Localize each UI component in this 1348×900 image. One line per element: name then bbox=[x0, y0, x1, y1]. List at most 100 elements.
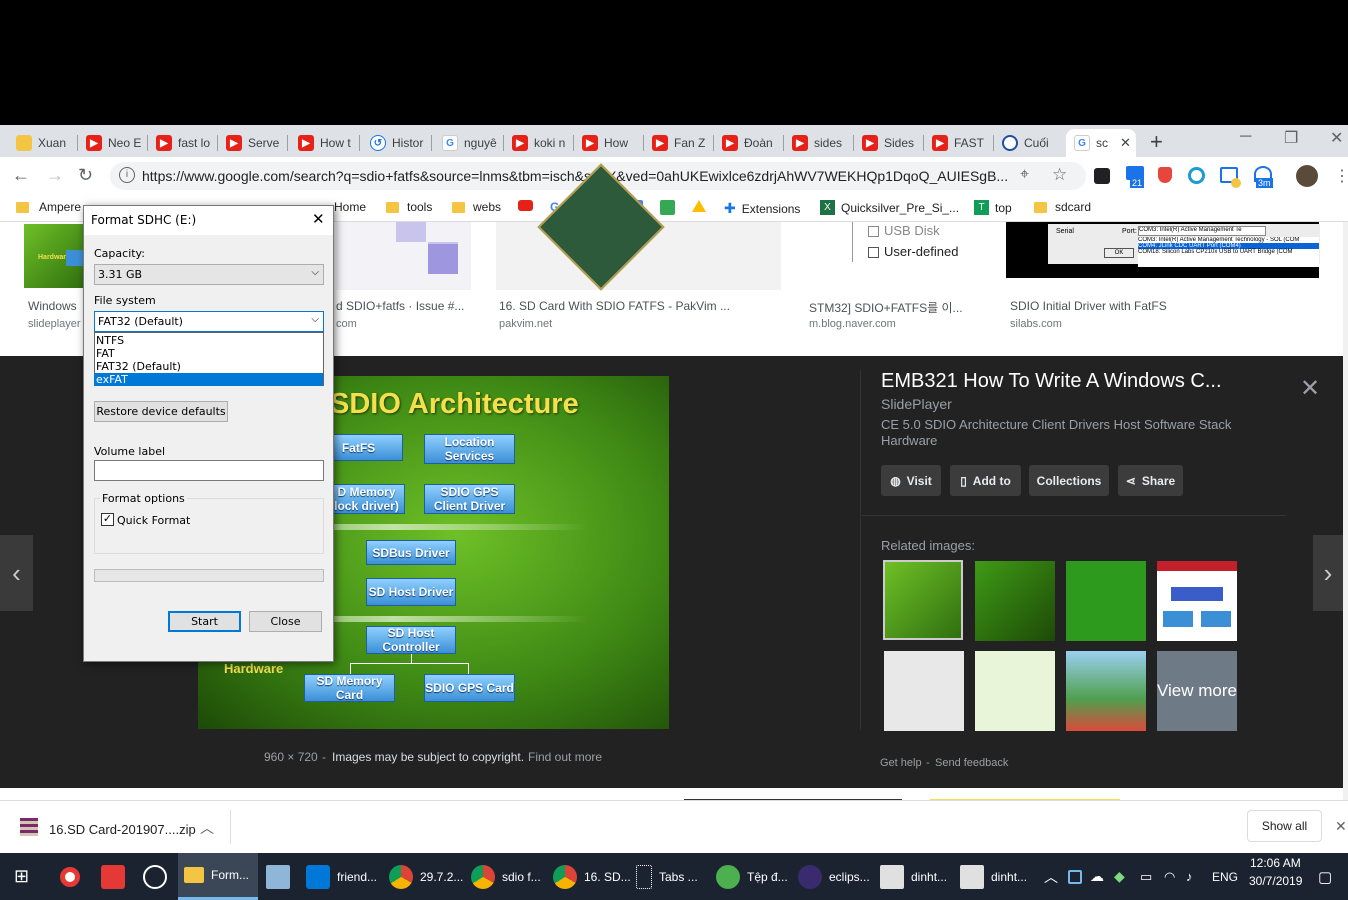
result-caption-2[interactable]: 16. SD Card With SDIO FATFS - PakVim ... bbox=[499, 299, 730, 313]
capacity-select[interactable]: 3.31 GB ⌵ bbox=[94, 264, 324, 285]
tab-7[interactable]: ▶ koki n bbox=[504, 129, 574, 157]
onedrive-icon[interactable]: ☁ bbox=[1090, 853, 1104, 900]
show-all-button[interactable]: Show all bbox=[1247, 810, 1322, 842]
result-thumb-1[interactable] bbox=[336, 222, 471, 290]
tab-0[interactable]: Xuan bbox=[8, 129, 78, 157]
visit-button[interactable]: ◍ Visit bbox=[881, 465, 941, 496]
bookmark-star-icon[interactable]: ☆ bbox=[1052, 165, 1067, 185]
menu-kebab-icon[interactable]: ⋮ bbox=[1334, 166, 1348, 186]
result-caption-3[interactable]: STM32] SDIO+FATFS를 이... bbox=[809, 299, 963, 316]
tab-5[interactable]: ↺ Histor bbox=[362, 129, 432, 157]
tab-4[interactable]: ▶ How t bbox=[290, 129, 360, 157]
bookmark-maps[interactable] bbox=[660, 200, 675, 215]
taskbar-chrome-2[interactable]: sdio f... bbox=[471, 853, 547, 900]
restore-defaults-button[interactable]: Restore device defaults bbox=[94, 401, 228, 422]
circle-extension-icon[interactable] bbox=[1188, 167, 1205, 184]
taskbar-chrome-1[interactable]: 29.7.2... bbox=[389, 853, 465, 900]
tab-1[interactable]: ▶ Neo E bbox=[78, 129, 148, 157]
reload-icon[interactable]: ↻ bbox=[78, 165, 93, 186]
forward-icon[interactable]: → bbox=[46, 165, 64, 186]
battery-icon[interactable]: ▭ bbox=[1140, 853, 1152, 900]
shield-extension-icon[interactable] bbox=[1158, 167, 1172, 183]
taskbar-dinht-2[interactable]: dinht... bbox=[960, 853, 1036, 900]
bookmark-tools[interactable]: tools bbox=[386, 200, 432, 214]
related-image-6[interactable] bbox=[1066, 651, 1146, 731]
view-more-button[interactable]: View more bbox=[1157, 651, 1237, 731]
network-app-icon[interactable]: ◆ bbox=[1114, 853, 1125, 900]
taskbar-vscode[interactable]: friend... bbox=[306, 853, 382, 900]
quick-format-checkbox[interactable]: ✓ bbox=[101, 513, 114, 526]
related-image-3[interactable] bbox=[1157, 561, 1237, 641]
dialog-close-icon[interactable]: ✕ bbox=[312, 210, 325, 228]
result-thumb-2[interactable] bbox=[496, 163, 781, 291]
close-button[interactable]: Close bbox=[249, 611, 322, 632]
wifi-icon[interactable]: ◠ bbox=[1164, 853, 1175, 900]
tray-app-icon[interactable] bbox=[1068, 853, 1082, 900]
result-thumb-4[interactable]: Serial Port: COM3: Intel(R) Active Manag… bbox=[1006, 222, 1320, 278]
maximize-icon[interactable]: ❐ bbox=[1284, 128, 1298, 148]
back-icon[interactable]: ← bbox=[12, 165, 30, 186]
taskbar-app-acrobat[interactable] bbox=[101, 853, 132, 900]
preview-title[interactable]: EMB321 How To Write A Windows C... bbox=[881, 370, 1222, 393]
chevron-up-icon[interactable]: ︿ bbox=[200, 818, 214, 838]
tab-11[interactable]: ▶ sides bbox=[784, 129, 854, 157]
fs-option-fat32[interactable]: FAT32 (Default) bbox=[94, 360, 323, 373]
profile-avatar[interactable] bbox=[1296, 165, 1318, 187]
close-preview-icon[interactable]: ✕ bbox=[1300, 374, 1320, 403]
start-button[interactable]: Start bbox=[168, 611, 241, 632]
next-image-button[interactable]: › bbox=[1313, 535, 1343, 611]
clock-date[interactable]: 30/7/2019 bbox=[1249, 874, 1302, 888]
minimize-icon[interactable]: ─ bbox=[1240, 128, 1251, 146]
related-image-4[interactable] bbox=[884, 651, 964, 731]
tab-10[interactable]: ▶ Đoàn bbox=[714, 129, 784, 157]
bookmark-extensions[interactable]: ✚ Extensions bbox=[724, 200, 800, 217]
related-image-1[interactable] bbox=[975, 561, 1055, 641]
tab-6[interactable]: Gnguyê bbox=[434, 129, 504, 157]
close-tab-icon[interactable]: ✕ bbox=[1120, 135, 1131, 151]
share-button[interactable]: ⋖ Share bbox=[1118, 465, 1183, 496]
related-image-0[interactable] bbox=[883, 560, 963, 640]
collections-button[interactable]: Collections bbox=[1029, 465, 1109, 496]
tab-14[interactable]: Cuối bbox=[994, 129, 1064, 157]
result-thumb-3[interactable]: USB Disk User-defined bbox=[806, 222, 982, 290]
location-icon[interactable]: ⌖ bbox=[1020, 166, 1029, 184]
close-shelf-icon[interactable]: ✕ bbox=[1335, 818, 1347, 835]
related-image-2[interactable] bbox=[1066, 561, 1146, 641]
bookmark-top[interactable]: Ttop bbox=[974, 200, 1012, 215]
prev-image-button[interactable]: ‹ bbox=[0, 535, 33, 611]
tray-chevron-icon[interactable]: ︿ bbox=[1044, 853, 1058, 900]
fs-select[interactable]: FAT32 (Default) ⌵ bbox=[94, 311, 324, 332]
result-caption-4[interactable]: SDIO Initial Driver with FatFS bbox=[1010, 299, 1167, 313]
tab-13[interactable]: ▶ FAST bbox=[924, 129, 994, 157]
bookmark-quicksilver[interactable]: X Quicksilver_Pre_Si_... bbox=[820, 200, 959, 215]
language-indicator[interactable]: ENG bbox=[1212, 853, 1238, 900]
get-help-link[interactable]: Get help bbox=[880, 757, 922, 769]
bookmark-youtube[interactable] bbox=[518, 200, 533, 211]
clock-time[interactable]: 12:06 AM bbox=[1250, 856, 1301, 870]
bookmark-drive-2[interactable] bbox=[692, 200, 706, 212]
fs-option-fat[interactable]: FAT bbox=[94, 347, 323, 360]
taskbar-coccoc[interactable]: Tệp đ... bbox=[716, 853, 792, 900]
result-caption-0[interactable]: Windows bbox=[28, 299, 77, 313]
notifications-icon[interactable]: ▢ bbox=[1318, 853, 1332, 900]
taskbar-tabs[interactable]: Tabs ... bbox=[636, 853, 712, 900]
tab-2[interactable]: ▶ fast lo bbox=[148, 129, 218, 157]
taskbar-app-record[interactable] bbox=[60, 853, 87, 900]
result-caption-1[interactable]: d SDIO+fatfs · Issue #... bbox=[336, 299, 464, 313]
send-feedback-link[interactable]: Send feedback bbox=[935, 757, 1008, 769]
find-out-more-link[interactable]: Find out more bbox=[528, 750, 602, 764]
volume-label-input[interactable] bbox=[94, 460, 324, 481]
bookmark-sdcard[interactable]: sdcard bbox=[1034, 200, 1091, 214]
window-close-icon[interactable]: ✕ bbox=[1330, 128, 1343, 148]
fs-option-exfat[interactable]: exFAT bbox=[94, 373, 323, 386]
bookmark-ampere[interactable]: Ampere bbox=[16, 200, 81, 214]
tab-8[interactable]: ▶ How bbox=[574, 129, 644, 157]
tab-3[interactable]: ▶ Serve bbox=[218, 129, 288, 157]
tab-9[interactable]: ▶ Fan Z bbox=[644, 129, 714, 157]
bookmark-webs[interactable]: webs bbox=[452, 200, 501, 214]
tab-active[interactable]: Gsc ✕ bbox=[1066, 129, 1136, 157]
download-filename[interactable]: 16.SD Card-201907....zip bbox=[49, 822, 196, 837]
tab-12[interactable]: ▶ Sides bbox=[854, 129, 924, 157]
taskbar-format[interactable]: Form... bbox=[178, 853, 258, 900]
related-image-5[interactable] bbox=[975, 651, 1055, 731]
